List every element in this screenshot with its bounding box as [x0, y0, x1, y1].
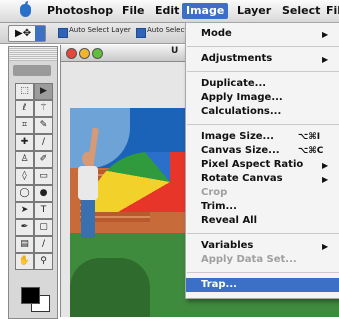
menu-item-label: Mode — [201, 28, 232, 39]
shape-tool-icon[interactable]: ▢ — [34, 219, 53, 236]
close-window-icon[interactable] — [66, 48, 77, 59]
menu-item-pixel-aspect-ratio[interactable]: Pixel Aspect Ratio ▶ — [186, 158, 339, 172]
menu-item-label: Canvas Size... — [201, 145, 280, 156]
blur-tool-icon[interactable]: ◯ — [15, 185, 34, 202]
menu-item-label: Adjustments — [201, 53, 273, 64]
menu-item-label: Image Size... — [201, 131, 274, 142]
menu-item-label: Calculations... — [201, 106, 282, 117]
menu-item-label: Variables — [201, 240, 254, 251]
move-tool-icon[interactable]: ▶ — [34, 83, 53, 100]
brush-tool-icon[interactable]: ∕ — [34, 134, 53, 151]
menu-file[interactable]: File — [118, 3, 149, 19]
menu-item-apply-image[interactable]: Apply Image... — [186, 91, 339, 105]
eraser-tool-icon[interactable]: ◊ — [15, 168, 34, 185]
path-selection-tool-icon[interactable]: ➤ — [15, 202, 34, 219]
tool-preset-picker[interactable]: ▶✥ — [8, 25, 46, 42]
photo-person — [78, 127, 100, 238]
menu-item-image-size[interactable]: Image Size... ⌥⌘I — [186, 130, 339, 144]
menu-filter[interactable]: Fil — [322, 3, 339, 19]
menu-item-canvas-size[interactable]: Canvas Size... ⌥⌘C — [186, 144, 339, 158]
menu-separator — [187, 71, 339, 72]
eyedropper-tool-icon[interactable]: ∕ — [34, 236, 53, 253]
move-tool-icon: ▶✥ — [15, 28, 32, 39]
menu-separator — [187, 233, 339, 234]
menu-item-mode[interactable]: Mode ▶ — [186, 27, 339, 41]
menu-bar: Photoshop File Edit Image Layer Select F… — [0, 0, 339, 23]
toolbox: ⬚ ▶ ℓ ⚚ ⌗ ✎ ✚ ∕ ♙ ✐ ◊ ▭ ◯ ● ➤ T ✒ ▢ ▤ ∕ … — [8, 46, 58, 319]
pen-tool-icon[interactable]: ✒ — [15, 219, 34, 236]
type-tool-icon[interactable]: T — [34, 202, 53, 219]
auto-select-groups-checkbox[interactable] — [136, 28, 146, 38]
menu-item-label: Crop — [201, 187, 228, 198]
menu-item-shortcut: ⌥⌘C — [298, 146, 324, 156]
chevron-down-icon — [35, 26, 45, 41]
auto-select-groups-label: Auto Select — [147, 26, 188, 34]
submenu-arrow-icon: ▶ — [322, 161, 329, 170]
auto-select-layer-checkbox[interactable] — [58, 28, 68, 38]
menu-image[interactable]: Image — [182, 3, 229, 19]
photo-person-shirt — [78, 166, 98, 200]
menu-layer[interactable]: Layer — [233, 3, 275, 19]
photo-tree — [70, 258, 150, 317]
document-title: U — [171, 46, 179, 56]
menu-item-trap[interactable]: Trap... — [186, 278, 339, 292]
menu-item-label: Duplicate... — [201, 78, 267, 89]
feather-logo-icon[interactable] — [13, 65, 51, 76]
menu-item-label: Pixel Aspect Ratio — [201, 159, 304, 170]
submenu-arrow-icon: ▶ — [322, 55, 329, 64]
submenu-arrow-icon: ▶ — [322, 175, 329, 184]
photoshop-screenshot: Photoshop File Edit Image Layer Select F… — [0, 0, 339, 319]
minimize-window-icon[interactable] — [79, 48, 90, 59]
menu-photoshop[interactable]: Photoshop — [43, 3, 117, 19]
menu-item-calculations[interactable]: Calculations... — [186, 105, 339, 119]
zoom-window-icon[interactable] — [92, 48, 103, 59]
menu-item-reveal-all[interactable]: Reveal All — [186, 214, 339, 228]
healing-brush-tool-icon[interactable]: ✚ — [15, 134, 34, 151]
auto-select-layer-label: Auto Select Layer — [69, 26, 131, 34]
menu-item-variables[interactable]: Variables ▶ — [186, 239, 339, 253]
menu-item-duplicate[interactable]: Duplicate... — [186, 77, 339, 91]
submenu-arrow-icon: ▶ — [322, 30, 329, 39]
photo-person-head — [82, 152, 94, 166]
menu-item-crop[interactable]: Crop — [186, 186, 339, 200]
menu-item-apply-data-set[interactable]: Apply Data Set... — [186, 253, 339, 267]
menu-item-adjustments[interactable]: Adjustments ▶ — [186, 52, 339, 66]
zoom-tool-icon[interactable]: ⚲ — [34, 253, 53, 270]
menu-item-trim[interactable]: Trim... — [186, 200, 339, 214]
menu-separator — [187, 272, 339, 273]
dodge-tool-icon[interactable]: ● — [34, 185, 53, 202]
menu-item-label: Apply Data Set... — [201, 254, 297, 265]
crop-tool-icon[interactable]: ⌗ — [15, 117, 34, 134]
image-menu-dropdown: Mode ▶ Adjustments ▶ Duplicate... Apply … — [185, 22, 339, 299]
foreground-color-swatch[interactable] — [21, 287, 40, 304]
menu-item-label: Apply Image... — [201, 92, 283, 103]
menu-separator — [187, 46, 339, 47]
menu-item-label: Rotate Canvas — [201, 173, 283, 184]
history-brush-tool-icon[interactable]: ✐ — [34, 151, 53, 168]
menu-item-label: Trap... — [201, 279, 237, 290]
menu-item-label: Reveal All — [201, 215, 258, 226]
apple-menu-icon[interactable] — [20, 1, 31, 17]
menu-item-shortcut: ⌥⌘I — [298, 132, 321, 142]
toolbox-titlebar[interactable] — [9, 47, 57, 61]
photo-person-legs — [81, 200, 95, 238]
gradient-tool-icon[interactable]: ▭ — [34, 168, 53, 185]
menu-item-rotate-canvas[interactable]: Rotate Canvas ▶ — [186, 172, 339, 186]
slice-tool-icon[interactable]: ✎ — [34, 117, 53, 134]
menu-select[interactable]: Select — [278, 3, 324, 19]
menu-item-label: Trim... — [201, 201, 237, 212]
lasso-tool-icon[interactable]: ℓ — [15, 100, 34, 117]
marquee-tool-icon[interactable]: ⬚ — [15, 83, 34, 100]
submenu-arrow-icon: ▶ — [322, 242, 329, 251]
hand-tool-icon[interactable]: ✋ — [15, 253, 34, 270]
menu-separator — [187, 124, 339, 125]
menu-edit[interactable]: Edit — [151, 3, 183, 19]
notes-tool-icon[interactable]: ▤ — [15, 236, 34, 253]
magic-wand-tool-icon[interactable]: ⚚ — [34, 100, 53, 117]
clone-stamp-tool-icon[interactable]: ♙ — [15, 151, 34, 168]
